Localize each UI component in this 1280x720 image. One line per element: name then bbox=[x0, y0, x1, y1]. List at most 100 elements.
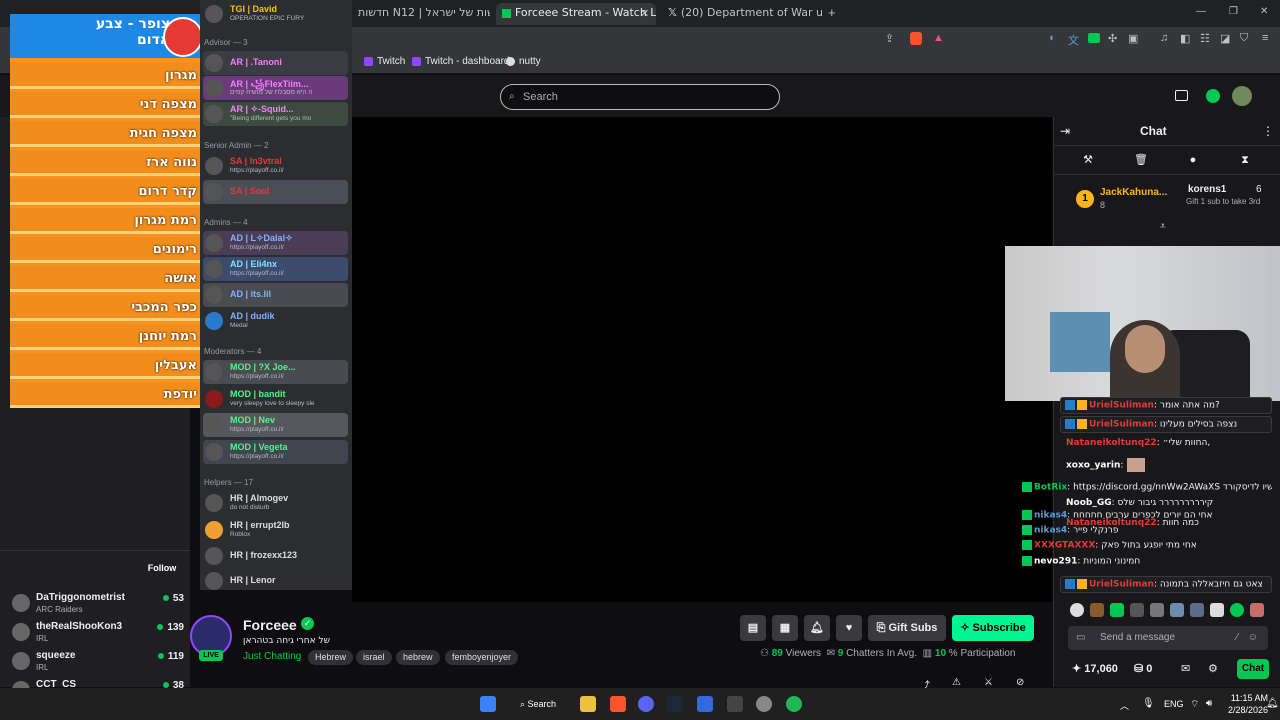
chat-users-icon[interactable]: ✉ bbox=[1181, 662, 1190, 675]
chat-username[interactable]: nevo291 bbox=[1034, 557, 1077, 567]
hourglass-icon[interactable]: ⧗ bbox=[1239, 154, 1251, 166]
chat-more-icon[interactable]: ⋮ bbox=[1262, 124, 1274, 138]
brave-icon[interactable] bbox=[610, 696, 626, 712]
close-tab-icon[interactable]: ✕ bbox=[640, 7, 649, 20]
tab-x[interactable]: 𝕏(20) Department of War us (@Deptof bbox=[662, 3, 822, 25]
subscribe-button[interactable]: ✧ Subscribe bbox=[952, 615, 1034, 641]
discord-member[interactable]: AD | dudik Medal bbox=[203, 309, 348, 333]
chat-settings-icon[interactable]: ▭ bbox=[1076, 626, 1085, 650]
discord-member[interactable]: AD | L✧Dalal✧ https://playoff.co.il/ bbox=[203, 231, 348, 255]
discord-member[interactable]: MOD | Vegeta https://playoff.co.il/ bbox=[203, 440, 348, 464]
chat-username[interactable]: Noob_GG bbox=[1066, 498, 1112, 508]
emote-icon[interactable] bbox=[1250, 603, 1264, 617]
share-icon[interactable]: ⇪ bbox=[885, 32, 894, 45]
chat-username[interactable]: XXXGTAXXX bbox=[1034, 541, 1095, 551]
discord-icon[interactable] bbox=[638, 696, 654, 712]
notification-icon[interactable]: 🔔︎ bbox=[1266, 698, 1279, 709]
chat-username[interactable]: UrielSuliman bbox=[1089, 420, 1154, 430]
emote-icon[interactable] bbox=[1170, 603, 1184, 617]
wallet-icon[interactable]: ◪ bbox=[1220, 32, 1230, 45]
emote-icon[interactable] bbox=[1110, 603, 1124, 617]
app-icon[interactable] bbox=[697, 696, 713, 712]
discord-member[interactable]: AR | .Tanoni bbox=[203, 51, 348, 75]
bell-icon[interactable]: 🔔︎ bbox=[804, 615, 830, 641]
kick-icon[interactable] bbox=[1206, 89, 1220, 103]
trash-icon[interactable]: 🗑︎ bbox=[1134, 154, 1148, 166]
language-indicator[interactable]: ENG bbox=[1164, 699, 1184, 709]
gift-subs-button[interactable]: ⎘ Gift Subs bbox=[868, 615, 946, 641]
kick-extension-icon[interactable] bbox=[1088, 33, 1100, 43]
emote-icon[interactable] bbox=[1090, 603, 1104, 617]
mic-icon[interactable]: 🎙︎ bbox=[1142, 698, 1155, 709]
windows-start-icon[interactable] bbox=[480, 696, 496, 712]
discord-member[interactable]: MOD | Nev https://playoff.co.il/ bbox=[203, 413, 348, 437]
bookmark-twitch[interactable]: Twitch bbox=[364, 56, 405, 67]
tag[interactable]: femboyenjoyer bbox=[445, 650, 519, 665]
user-avatar[interactable] bbox=[1232, 86, 1252, 106]
discord-member[interactable]: AR | ꧁FlexTiim... ה היא מסבלת של מושיח קמ… bbox=[203, 76, 348, 100]
inbox-icon[interactable] bbox=[1175, 90, 1188, 101]
close-window-icon[interactable]: ✕ bbox=[1260, 6, 1268, 17]
wifi-icon[interactable]: ⌔ bbox=[1190, 698, 1199, 711]
emote-icon[interactable] bbox=[1230, 603, 1244, 617]
emoji-icon[interactable]: ☺ bbox=[1248, 626, 1258, 650]
discord-member[interactable]: AR | ✧-Squid... "Being different gets you… bbox=[203, 102, 348, 126]
brave-rewards-icon[interactable]: ▲ bbox=[933, 32, 944, 44]
search-input[interactable]: ⌕ Search bbox=[500, 84, 780, 110]
tab-forceee[interactable]: Forceee Stream - Watch Live bbox=[496, 3, 656, 25]
new-tab-button[interactable]: + bbox=[828, 5, 836, 20]
sidebar-icon[interactable]: ◧ bbox=[1180, 32, 1190, 45]
volume-icon[interactable]: 🔊︎ bbox=[1206, 698, 1212, 709]
tag[interactable]: israel bbox=[356, 650, 392, 665]
drops[interactable]: ⛁ 0 bbox=[1134, 662, 1152, 675]
discord-member[interactable]: TGI | David OPERATION EPIC FURY bbox=[203, 2, 348, 26]
mod-sword-icon[interactable]: ⚔ bbox=[984, 677, 993, 688]
heart-icon[interactable]: ♥ bbox=[836, 615, 862, 641]
tray-chevron-icon[interactable]: ︿ bbox=[1120, 699, 1129, 712]
extension-icon[interactable]: ◖ bbox=[1048, 32, 1055, 44]
discord-member[interactable]: MOD | ?X Joe... https://playoff.co.il/ bbox=[203, 360, 348, 384]
stream-category[interactable]: Just Chatting bbox=[243, 651, 301, 662]
discord-member[interactable]: HR | errupt2lb Roblox bbox=[203, 518, 348, 542]
taskbar-search[interactable]: ⌕ Search bbox=[512, 694, 568, 714]
discord-member[interactable]: HR | frozexx123 bbox=[203, 544, 348, 568]
taskbar-clock[interactable]: 11:15 AM 2/28/2026 bbox=[1228, 692, 1268, 716]
top-gifter-name[interactable]: JackKahuna... bbox=[1100, 187, 1167, 198]
bookmarks-icon[interactable]: ☷ bbox=[1200, 32, 1210, 45]
recommended-channel[interactable]: squeeze IRL 119 bbox=[8, 648, 188, 676]
discord-member[interactable]: AD | Eli4nx https://playoff.co.il/ bbox=[203, 257, 348, 281]
chat-username[interactable]: UrielSuliman bbox=[1089, 580, 1154, 590]
emote-icon[interactable] bbox=[1210, 603, 1224, 617]
collapse-chat-icon[interactable]: ⇥ bbox=[1060, 124, 1070, 138]
obs-icon[interactable] bbox=[756, 696, 772, 712]
video-player[interactable] bbox=[352, 117, 1052, 602]
follow-button[interactable]: Follow bbox=[142, 560, 182, 576]
expand-icon[interactable]: ⩡ bbox=[1160, 221, 1166, 232]
discord-member[interactable]: HR | Almogev do not disturb bbox=[203, 491, 348, 515]
screenshot-icon[interactable]: ▣ bbox=[1128, 32, 1138, 45]
music-icon[interactable]: ♫ bbox=[1160, 32, 1168, 44]
bookmark-nutty[interactable]: nutty bbox=[506, 56, 541, 67]
discord-member[interactable]: AD | its.lil bbox=[203, 283, 348, 307]
app-icon[interactable] bbox=[727, 696, 743, 712]
tag[interactable]: hebrew bbox=[396, 650, 440, 665]
mod-slash-icon[interactable]: ⊘ bbox=[1016, 677, 1024, 688]
emote-icon[interactable] bbox=[1130, 603, 1144, 617]
chat-mode-icon[interactable]: ● bbox=[1187, 154, 1199, 166]
file-explorer-icon[interactable] bbox=[580, 696, 596, 712]
translate-icon[interactable]: ⁄ bbox=[1236, 626, 1238, 650]
menu-icon[interactable]: ≡ bbox=[1262, 32, 1268, 44]
hammer-icon[interactable]: ⚒ bbox=[1082, 154, 1094, 166]
maximize-icon[interactable]: ❐ bbox=[1229, 6, 1238, 17]
chat-send-button[interactable]: Chat bbox=[1237, 659, 1269, 679]
chat-username[interactable]: xoxo_yarin bbox=[1066, 461, 1120, 471]
translate-icon[interactable]: 文 bbox=[1068, 32, 1079, 48]
gift-user-name[interactable]: korens1 bbox=[1188, 184, 1226, 195]
chat-username[interactable]: nikas4 bbox=[1034, 526, 1067, 536]
vpn-icon[interactable]: ⛉ bbox=[1240, 32, 1248, 45]
chat-input[interactable]: ▭ Send a message ⁄ ☺ bbox=[1068, 626, 1268, 650]
report-icon[interactable]: ⚠ bbox=[952, 677, 961, 688]
discord-member[interactable]: MOD | bandit very sleepy love to sleepy s… bbox=[203, 387, 348, 411]
discord-member[interactable]: HR | Lenor bbox=[203, 569, 348, 593]
tag[interactable]: Hebrew bbox=[308, 650, 354, 665]
